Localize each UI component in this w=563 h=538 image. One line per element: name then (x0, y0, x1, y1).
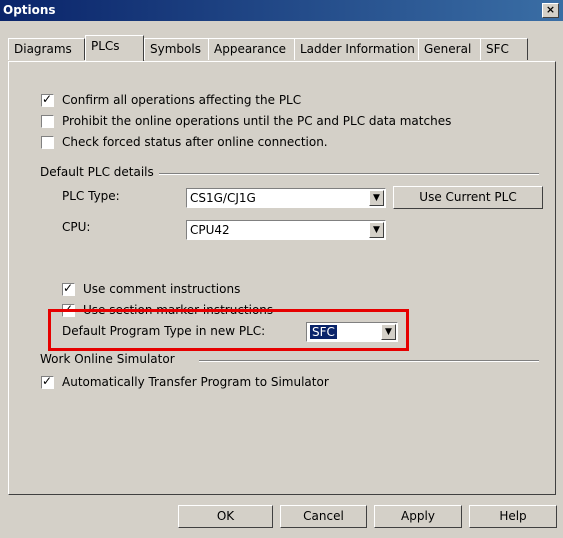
work-online-simulator-group-label: Work Online Simulator (40, 352, 175, 366)
apply-button[interactable]: Apply (374, 505, 462, 528)
cancel-button[interactable]: Cancel (280, 505, 367, 528)
cpu-label: CPU: (62, 220, 91, 234)
default-plc-group-label: Default PLC details (40, 165, 154, 179)
use-comment-instructions-checkbox[interactable]: Use comment instructions (62, 281, 241, 296)
use-section-marker-checkbox[interactable]: Use section marker instructions (62, 302, 274, 317)
program-type-value: SFC (310, 325, 337, 339)
use-section-marker-label: Use section marker instructions (83, 303, 274, 317)
tab-general[interactable]: General (418, 38, 488, 60)
plc-type-value: CS1G/CJ1G (190, 191, 256, 205)
plc-type-label: PLC Type: (62, 189, 120, 203)
cpu-value: CPU42 (190, 223, 230, 237)
chevron-down-icon[interactable]: ▼ (381, 324, 396, 340)
plcs-tab-panel: Confirm all operations affecting the PLC… (8, 61, 556, 495)
tab-sfc[interactable]: SFC (480, 38, 528, 60)
title-bar: Options × (0, 0, 563, 21)
chevron-down-icon[interactable]: ▼ (369, 190, 384, 206)
tab-plcs[interactable]: PLCs (85, 35, 144, 61)
program-type-selected: SFC (310, 325, 337, 339)
cpu-dropdown[interactable]: CPU42 ▼ (186, 220, 386, 240)
window-title: Options (3, 3, 56, 17)
plc-type-dropdown[interactable]: CS1G/CJ1G ▼ (186, 188, 386, 208)
check-forced-status-label: Check forced status after online connect… (62, 135, 328, 149)
check-forced-status-checkbox[interactable]: Check forced status after online connect… (41, 135, 328, 149)
checkbox-checked-icon (62, 281, 75, 296)
close-icon: × (545, 3, 556, 16)
program-type-dropdown[interactable]: SFC ▼ (306, 322, 398, 342)
checkbox-checked-icon (62, 302, 75, 317)
tab-symbols[interactable]: Symbols (144, 38, 215, 60)
prohibit-online-label: Prohibit the online operations until the… (62, 114, 452, 128)
use-comment-instructions-label: Use comment instructions (83, 282, 241, 296)
checkbox-checked-icon (41, 374, 54, 389)
tab-appearance[interactable]: Appearance (208, 38, 301, 60)
options-dialog: Options × Diagrams PLCs Symbols Appearan… (0, 0, 563, 538)
auto-transfer-checkbox[interactable]: Automatically Transfer Program to Simula… (41, 374, 329, 389)
chevron-down-icon[interactable]: ▼ (369, 222, 384, 238)
close-button[interactable]: × (542, 3, 559, 18)
tab-diagrams[interactable]: Diagrams (8, 38, 85, 60)
help-button[interactable]: Help (469, 505, 557, 528)
auto-transfer-label: Automatically Transfer Program to Simula… (62, 375, 329, 389)
use-current-plc-button[interactable]: Use Current PLC (393, 186, 543, 209)
ok-button[interactable]: OK (178, 505, 273, 528)
confirm-operations-checkbox[interactable]: Confirm all operations affecting the PLC (41, 92, 302, 107)
checkbox-checked-icon (41, 92, 54, 107)
group-divider (199, 360, 539, 362)
checkbox-unchecked-icon (41, 114, 54, 128)
default-program-type-label: Default Program Type in new PLC: (62, 324, 266, 338)
tab-ladder-information[interactable]: Ladder Information (294, 38, 425, 60)
group-divider (159, 173, 539, 175)
prohibit-online-checkbox[interactable]: Prohibit the online operations until the… (41, 114, 451, 128)
checkbox-unchecked-icon (41, 135, 54, 149)
confirm-operations-label: Confirm all operations affecting the PLC (62, 93, 302, 107)
